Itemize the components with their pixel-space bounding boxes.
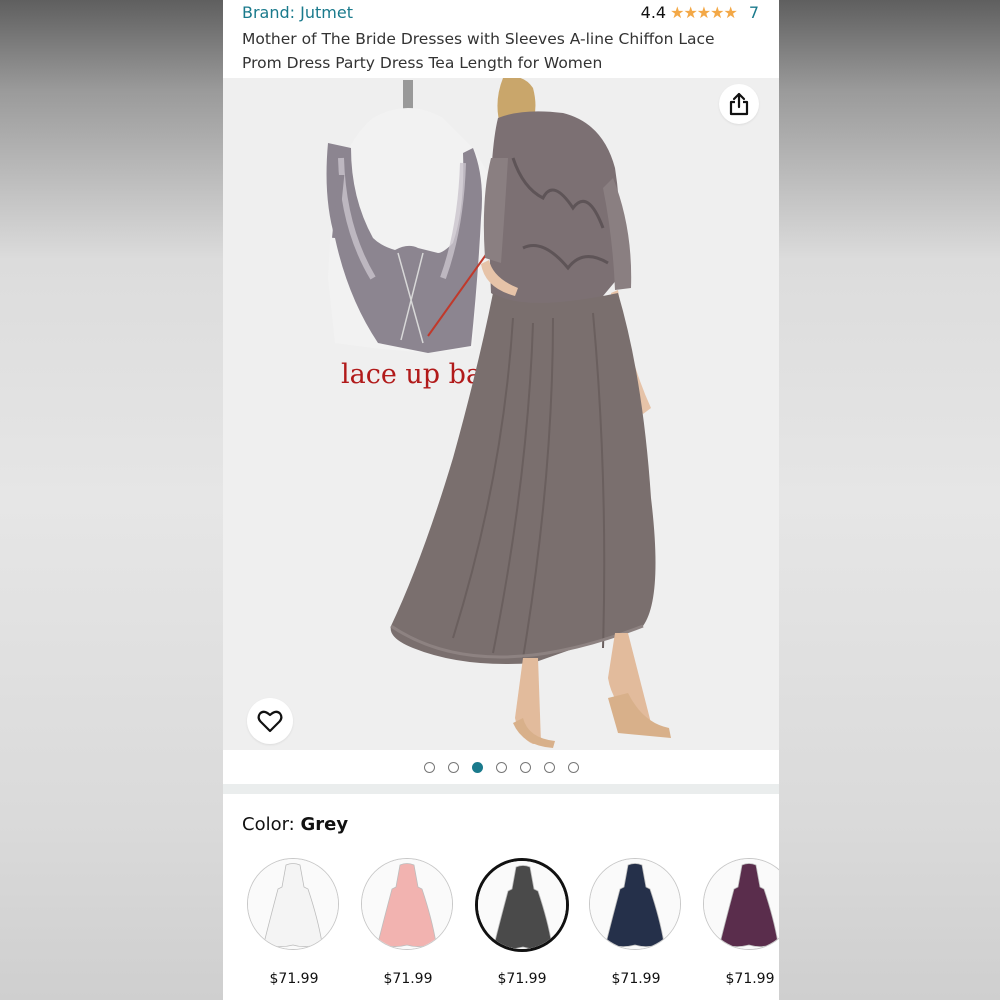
swatch-thumbnail: [589, 858, 681, 950]
dress-thumbnail-icon: [590, 859, 680, 949]
section-divider: [223, 784, 779, 794]
rating-count[interactable]: 7: [749, 3, 759, 22]
dress-thumbnail-icon: [478, 861, 566, 949]
color-swatch[interactable]: $71.99: [361, 858, 475, 1000]
share-button[interactable]: [719, 84, 759, 124]
product-header: Brand: Jutmet 4.4 ★★★★★ 7 Mother of The …: [223, 0, 779, 78]
favorite-button[interactable]: [247, 698, 293, 744]
pagination-dot[interactable]: [519, 761, 531, 773]
swatch-thumbnail: [361, 858, 453, 950]
color-swatch[interactable]: $71.99: [703, 858, 779, 1000]
image-pagination: [223, 750, 779, 784]
brand-link[interactable]: Brand: Jutmet: [242, 3, 353, 22]
color-swatches: $71.99 $71.99 $71.99 $71.99 $71.99: [223, 858, 779, 1000]
dress-thumbnail-icon: [248, 859, 338, 949]
product-page: Brand: Jutmet 4.4 ★★★★★ 7 Mother of The …: [223, 0, 779, 1000]
product-image: lace up back: [223, 78, 779, 750]
rating[interactable]: 4.4 ★★★★★ 7: [641, 3, 759, 22]
color-swatch[interactable]: $71.99: [589, 858, 703, 1000]
swatch-price: $71.99: [725, 971, 775, 987]
color-label: Color:: [242, 814, 301, 835]
pagination-dot[interactable]: [471, 761, 483, 773]
color-selection-label: Color: Grey: [242, 814, 348, 835]
pagination-dot[interactable]: [543, 761, 555, 773]
dress-thumbnail-icon: [362, 859, 452, 949]
swatch-price: $71.99: [611, 971, 661, 987]
product-title: Mother of The Bride Dresses with Sleeves…: [242, 30, 715, 72]
swatch-price: $71.99: [497, 971, 547, 987]
share-icon: [729, 92, 749, 116]
pagination-dot[interactable]: [447, 761, 459, 773]
swatch-thumbnail: [247, 858, 339, 950]
selected-color: Grey: [300, 814, 349, 835]
pagination-dot[interactable]: [495, 761, 507, 773]
dress-thumbnail-icon: [704, 859, 779, 949]
swatch-thumbnail: [475, 858, 569, 952]
pagination-dot[interactable]: [567, 761, 579, 773]
swatch-price: $71.99: [383, 971, 433, 987]
star-rating-icon: ★★★★★: [670, 3, 738, 22]
pagination-dot[interactable]: [423, 761, 435, 773]
rating-value: 4.4: [640, 3, 667, 22]
swatch-thumbnail: [703, 858, 779, 950]
image-gallery[interactable]: lace up back: [223, 78, 779, 750]
color-swatch[interactable]: $71.99: [475, 858, 589, 1000]
swatch-price: $71.99: [269, 971, 319, 987]
color-swatch[interactable]: $71.99: [247, 858, 361, 1000]
heart-icon: [257, 710, 283, 733]
